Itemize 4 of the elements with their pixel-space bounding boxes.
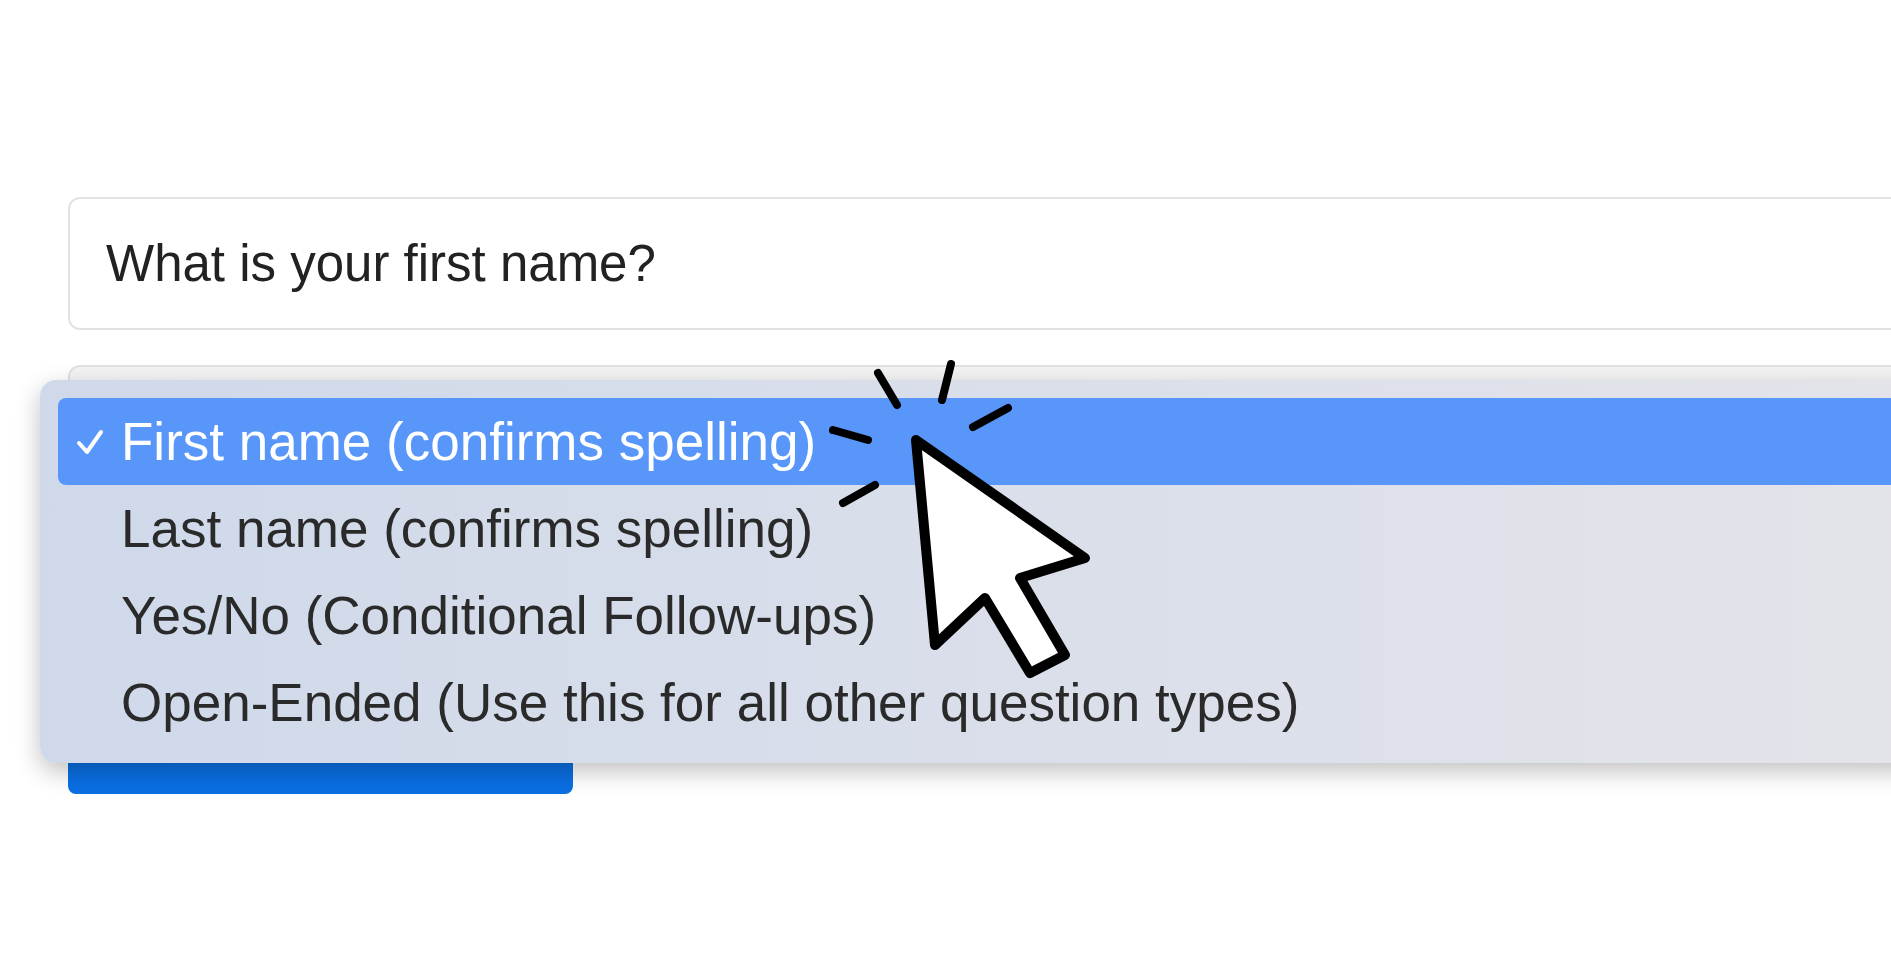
dropdown-option[interactable]: Last name (confirms spelling) bbox=[58, 485, 1891, 572]
dropdown-option[interactable]: Open-Ended (Use this for all other question types) bbox=[58, 659, 1891, 746]
question-field[interactable]: What is your first name? bbox=[68, 197, 1891, 330]
dropdown-option[interactable]: Yes/No (Conditional Follow-ups) bbox=[58, 572, 1891, 659]
